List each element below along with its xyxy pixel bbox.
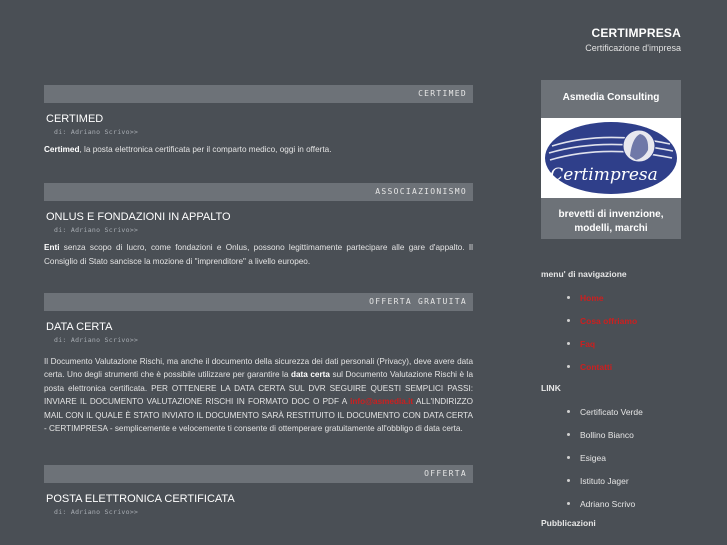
nav-item-cosa-offriamo[interactable]: Cosa offriamo	[541, 316, 681, 339]
ad-title: Asmedia Consulting	[562, 92, 660, 103]
post-category-bar[interactable]: OFFERTA GRATUITA	[44, 293, 473, 311]
link-item-certificato-verde[interactable]: Certificato Verde	[541, 407, 681, 430]
post-category-bar[interactable]: CERTIMED	[44, 85, 473, 103]
post-author[interactable]: di: Adriano Scrivo>>	[54, 226, 473, 234]
post: CERTIMED CERTIMED di: Adriano Scrivo>> C…	[44, 85, 473, 157]
post: OFFERTA GRATUITA DATA CERTA di: Adriano …	[44, 293, 473, 435]
certimpresa-logo[interactable]: Certimpresa	[541, 118, 681, 198]
post-body-bold: Certimed	[44, 145, 80, 154]
post-category-bar[interactable]: OFFERTA	[44, 465, 473, 484]
sidebar: Asmedia Consulting Certimpresa brevetti …	[541, 80, 681, 528]
post-title[interactable]: POSTA ELETTRONICA CERTIFICATA	[46, 493, 473, 505]
site-title[interactable]: CERTIMPRESA	[585, 26, 681, 40]
site-header: CERTIMPRESA Certificazione d'impresa	[585, 26, 681, 53]
post: ASSOCIAZIONISMO ONLUS E FONDAZIONI IN AP…	[44, 183, 473, 269]
post-body-text: senza scopo di lucro, come fondazioni e …	[44, 243, 473, 266]
link-list: Certificato Verde Bollino Bianco Esigea …	[541, 407, 681, 522]
post-body-bold: Enti	[44, 243, 60, 252]
link-item-adriano-scrivo[interactable]: Adriano Scrivo	[541, 499, 681, 522]
site-tagline: Certificazione d'impresa	[585, 43, 681, 53]
main-content: CERTIMED CERTIMED di: Adriano Scrivo>> C…	[44, 85, 473, 545]
post-title[interactable]: ONLUS E FONDAZIONI IN APPALTO	[46, 211, 473, 223]
ad-box[interactable]: Asmedia Consulting Certimpresa brevetti …	[541, 80, 681, 239]
link-item-esigea[interactable]: Esigea	[541, 453, 681, 476]
logo-graphic: Certimpresa	[545, 122, 677, 194]
nav-menu: Home Cosa offriamo Faq Contatti	[541, 293, 681, 385]
post-author[interactable]: di: Adriano Scrivo>>	[54, 128, 473, 136]
ad-subtitle: brevetti di invenzione, modelli, marchi	[558, 209, 664, 234]
post-author[interactable]: di: Adriano Scrivo>>	[54, 336, 473, 344]
post-title[interactable]: DATA CERTA	[46, 321, 473, 333]
post-author[interactable]: di: Adriano Scrivo>>	[54, 508, 473, 516]
nav-item-faq[interactable]: Faq	[541, 339, 681, 362]
post-category-bar[interactable]: ASSOCIAZIONISMO	[44, 183, 473, 201]
post-body: Certimed, la posta elettronica certifica…	[44, 143, 473, 157]
post-body-text: , la posta elettronica certificata per i…	[79, 145, 332, 154]
nav-heading: menu' di navigazione	[541, 269, 627, 279]
post-body: Il Documento Valutazione Rischi, ma anch…	[44, 355, 473, 435]
nav-item-home[interactable]: Home	[541, 293, 681, 316]
post-body: Enti senza scopo di lucro, come fondazio…	[44, 241, 473, 269]
link-item-bollino-bianco[interactable]: Bollino Bianco	[541, 430, 681, 453]
logo-text: Certimpresa	[550, 165, 658, 185]
post: OFFERTA POSTA ELETTRONICA CERTIFICATA di…	[44, 465, 473, 516]
post-title[interactable]: CERTIMED	[46, 113, 473, 125]
email-link[interactable]: info@asmedia.it	[350, 397, 413, 406]
link-item-istituto-jager[interactable]: Istituto Jager	[541, 476, 681, 499]
post-body-bold: data certa	[290, 370, 330, 380]
nav-item-contatti[interactable]: Contatti	[541, 362, 681, 385]
